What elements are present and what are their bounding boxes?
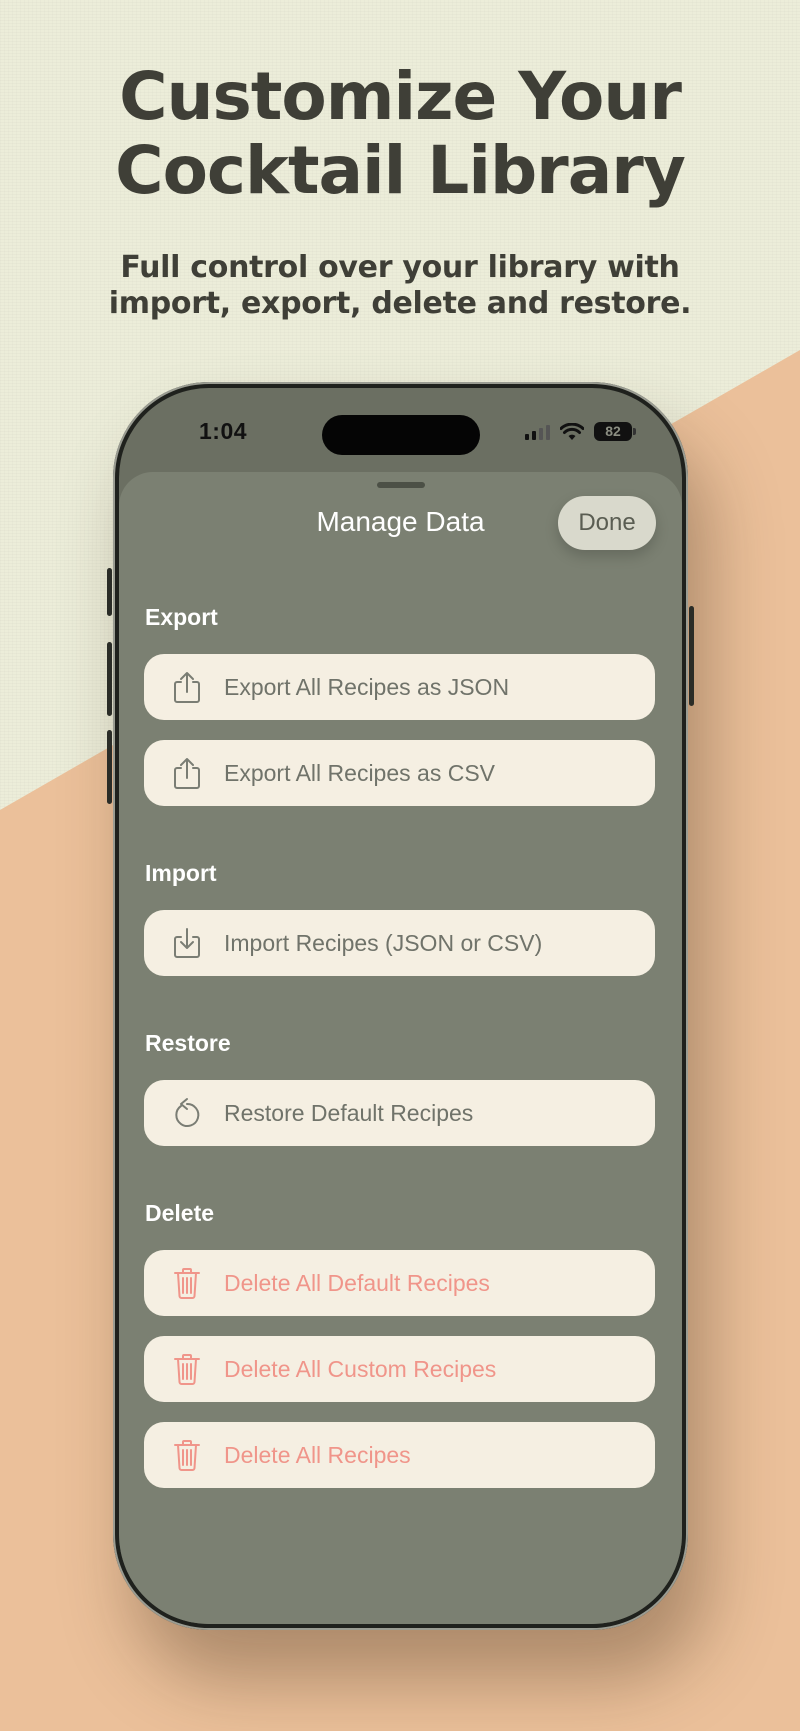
share-icon xyxy=(166,752,208,794)
status-indicators: 82 xyxy=(525,422,636,441)
export-json-button[interactable]: Export All Recipes as JSON xyxy=(144,654,655,720)
export-csv-label: Export All Recipes as CSV xyxy=(224,759,496,786)
dynamic-island xyxy=(322,415,480,455)
section-heading-import: Import xyxy=(145,860,217,886)
restore-arrow-icon xyxy=(166,1092,208,1134)
delete-custom-recipes-label: Delete All Custom Recipes xyxy=(224,1355,497,1382)
import-recipes-label: Import Recipes (JSON or CSV) xyxy=(224,929,543,956)
promo-subtitle-line-2: import, export, delete and restore. xyxy=(108,286,692,321)
section-heading-restore: Restore xyxy=(145,1030,231,1056)
sheet-grabber[interactable] xyxy=(377,482,425,488)
restore-defaults-button[interactable]: Restore Default Recipes xyxy=(144,1080,655,1146)
wifi-icon xyxy=(560,422,584,440)
phone-screen: 1:04 82 Manage Data Done Export Export A… xyxy=(119,388,682,1624)
import-recipes-button[interactable]: Import Recipes (JSON or CSV) xyxy=(144,910,655,976)
trash-icon xyxy=(166,1348,208,1390)
volume-up-button xyxy=(107,642,112,716)
promo-subtitle: Full control over your library with impo… xyxy=(0,250,800,322)
download-tray-icon xyxy=(166,922,208,964)
cellular-signal-icon xyxy=(525,424,550,440)
section-heading-delete: Delete xyxy=(145,1200,215,1226)
delete-all-recipes-label: Delete All Recipes xyxy=(224,1441,411,1468)
action-button xyxy=(107,568,112,616)
battery-icon: 82 xyxy=(594,422,636,441)
phone-frame: 1:04 82 Manage Data Done Export Export A… xyxy=(107,382,694,1630)
delete-default-recipes-label: Delete All Default Recipes xyxy=(224,1269,490,1296)
export-json-label: Export All Recipes as JSON xyxy=(224,673,510,700)
manage-data-sheet: Manage Data Done Export Export All Recip… xyxy=(119,472,682,1624)
power-button xyxy=(689,606,694,706)
delete-default-recipes-button[interactable]: Delete All Default Recipes xyxy=(144,1250,655,1316)
section-heading-export: Export xyxy=(145,604,218,630)
delete-all-recipes-button[interactable]: Delete All Recipes xyxy=(144,1422,655,1488)
volume-down-button xyxy=(107,730,112,804)
promo-title-line-2: Cocktail Library xyxy=(115,132,686,209)
share-icon xyxy=(166,666,208,708)
status-time: 1:04 xyxy=(199,418,248,444)
export-csv-button[interactable]: Export All Recipes as CSV xyxy=(144,740,655,806)
restore-defaults-label: Restore Default Recipes xyxy=(224,1099,474,1126)
trash-icon xyxy=(166,1262,208,1304)
done-button[interactable]: Done xyxy=(558,496,656,550)
trash-icon xyxy=(166,1434,208,1476)
delete-custom-recipes-button[interactable]: Delete All Custom Recipes xyxy=(144,1336,655,1402)
promo-title: Customize Your Cocktail Library xyxy=(0,60,800,208)
promo-title-line-1: Customize Your xyxy=(119,58,682,135)
promo-subtitle-line-1: Full control over your library with xyxy=(120,250,680,285)
